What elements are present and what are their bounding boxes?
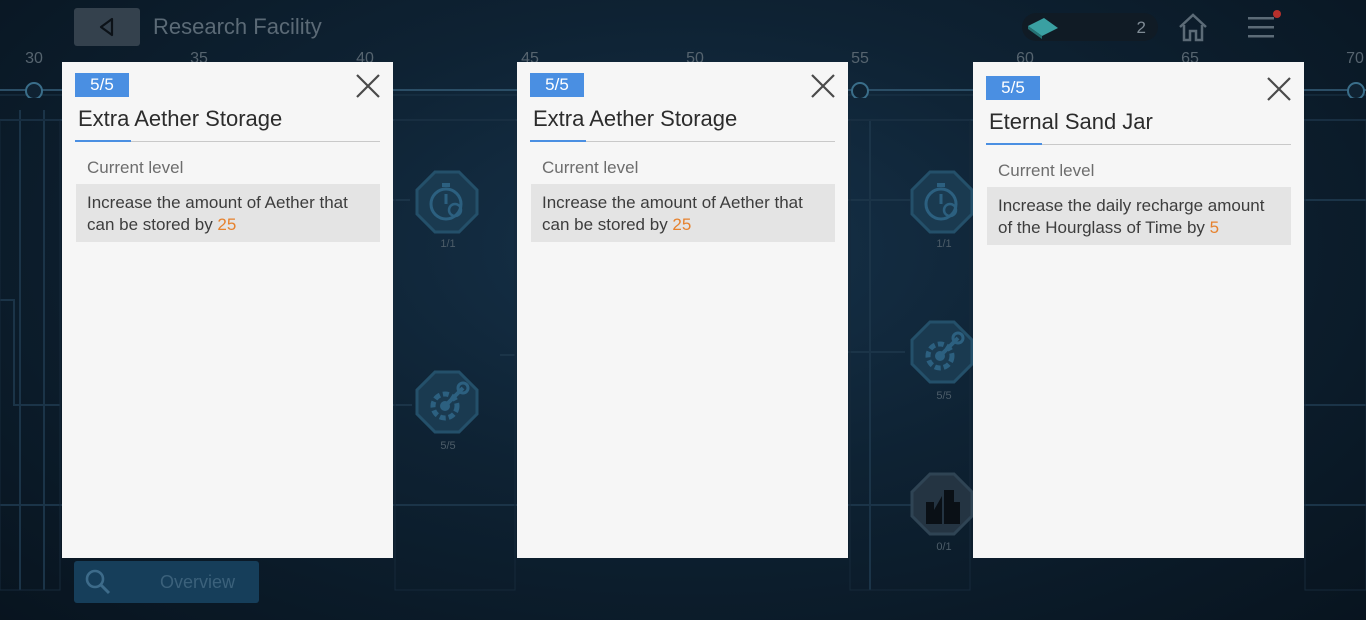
close-icon (1267, 77, 1291, 101)
back-button[interactable] (74, 8, 140, 46)
research-detail-popup: 5/5 Extra Aether Storage Current level I… (517, 62, 848, 558)
effect-value: 5 (1209, 218, 1220, 237)
research-title: Eternal Sand Jar (989, 109, 1153, 134)
close-button[interactable] (355, 73, 381, 99)
stopwatch-icon (910, 170, 974, 234)
title-divider (986, 143, 1291, 145)
research-detail-popup: 5/5 Extra Aether Storage Current level I… (62, 62, 393, 558)
home-button[interactable] (1176, 10, 1210, 44)
node-progress: 1/1 (440, 238, 456, 250)
search-icon (85, 569, 111, 595)
close-icon (356, 74, 380, 98)
page-title: Research Facility (153, 14, 322, 39)
ruler-tick-label: 30 (25, 50, 43, 67)
back-arrow-icon (99, 17, 114, 37)
research-node[interactable] (910, 170, 974, 234)
divider-accent (530, 140, 586, 142)
ruler-tick-label: 55 (851, 50, 869, 67)
research-node[interactable] (910, 472, 974, 536)
gear-wrench-icon (910, 320, 974, 384)
top-bar: Research Facility 2 (0, 0, 1366, 52)
research-node[interactable] (415, 170, 479, 234)
current-level-label: Current level (542, 158, 639, 177)
level-badge: 5/5 (986, 76, 1040, 100)
effect-value: 25 (217, 215, 237, 234)
node-progress: 0/1 (936, 541, 952, 553)
research-node[interactable] (910, 320, 974, 384)
research-node[interactable] (415, 370, 479, 434)
notification-dot (1273, 10, 1281, 18)
node-progress: 5/5 (440, 440, 456, 452)
currency-count: 2 (1136, 18, 1146, 37)
close-button[interactable] (1266, 76, 1292, 102)
effect-description: Increase the daily recharge amount of th… (987, 187, 1291, 245)
effect-text: Increase the daily recharge amount of th… (998, 196, 1265, 237)
node-progress: 1/1 (936, 238, 952, 250)
effect-description: Increase the amount of Aether that can b… (531, 184, 835, 242)
close-icon (811, 74, 835, 98)
currency-display[interactable]: 2 (1022, 13, 1158, 41)
ticket-icon (1028, 18, 1058, 39)
overview-button[interactable]: Overview (74, 561, 259, 603)
title-divider (75, 140, 380, 142)
stopwatch-icon (415, 170, 479, 234)
gear-wrench-icon (415, 370, 479, 434)
level-badge: 5/5 (530, 73, 584, 97)
ruler-tick-label: 70 (1346, 50, 1364, 67)
title-divider (530, 140, 835, 142)
effect-value: 25 (672, 215, 692, 234)
level-badge: 5/5 (75, 73, 129, 97)
current-level-label: Current level (87, 158, 184, 177)
close-button[interactable] (810, 73, 836, 99)
effect-description: Increase the amount of Aether that can b… (76, 184, 380, 242)
divider-accent (986, 143, 1042, 145)
research-detail-popup: 5/5 Eternal Sand Jar Current level Incre… (973, 62, 1304, 558)
research-title: Extra Aether Storage (78, 106, 283, 131)
overview-label: Overview (160, 572, 236, 592)
divider-accent (75, 140, 131, 142)
current-level-label: Current level (998, 161, 1095, 180)
city-buildings-icon (910, 472, 974, 536)
node-progress: 5/5 (936, 390, 952, 402)
research-title: Extra Aether Storage (533, 106, 738, 131)
home-icon (1179, 13, 1207, 42)
